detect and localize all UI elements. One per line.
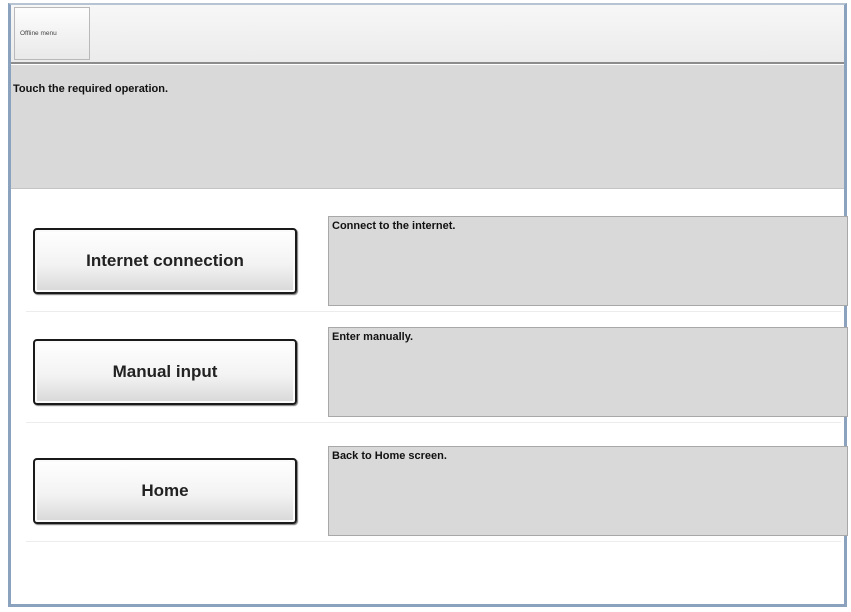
instruction-text: Touch the required operation. [13, 83, 169, 95]
home-description: Back to Home screen. [328, 446, 848, 536]
tab-offline-menu[interactable]: Offline menu [14, 7, 90, 60]
top-bar: Offline menu [11, 5, 844, 64]
manual-input-button[interactable]: Manual input [33, 339, 297, 405]
operation-row-internet: Internet connection Connect to the inter… [26, 216, 848, 312]
operation-row-home: Home Back to Home screen. [26, 446, 848, 542]
row-divider [26, 311, 841, 312]
row-divider [26, 422, 841, 423]
home-button-label: Home [141, 481, 189, 500]
tab-label: Offline menu [20, 30, 57, 37]
operation-row-manual: Manual input Enter manually. [26, 327, 848, 423]
internet-connection-button[interactable]: Internet connection [33, 228, 297, 294]
home-button[interactable]: Home [33, 458, 297, 524]
manual-input-description: Enter manually. [328, 327, 848, 417]
home-description-text: Back to Home screen. [332, 450, 447, 462]
internet-connection-button-label: Internet connection [86, 251, 244, 270]
app-window: Offline menu Touch the required operatio… [8, 3, 848, 607]
manual-input-button-label: Manual input [112, 362, 218, 381]
instruction-panel: Touch the required operation. [11, 65, 844, 189]
internet-connection-description-text: Connect to the internet. [332, 220, 456, 232]
row-divider [26, 541, 841, 542]
manual-input-description-text: Enter manually. [332, 331, 414, 343]
internet-connection-description: Connect to the internet. [328, 216, 848, 306]
